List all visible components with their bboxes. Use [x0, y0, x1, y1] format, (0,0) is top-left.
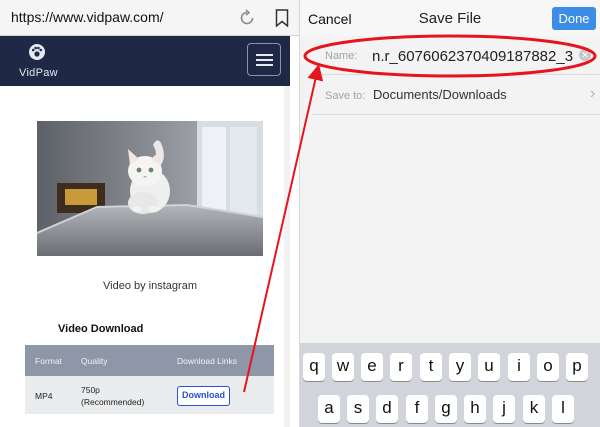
file-name-field[interactable]: [372, 45, 586, 67]
section-title: Video Download: [58, 323, 144, 335]
column-header-download-links: Download Links: [177, 356, 238, 366]
key-s[interactable]: s: [347, 395, 369, 423]
save-location[interactable]: Documents/Downloads: [373, 87, 507, 102]
quality-cell: 750p: [81, 385, 100, 395]
reload-icon[interactable]: [238, 9, 256, 27]
video-caption: Video by instagram: [103, 280, 197, 292]
dialog-header: Cancel Save File Done: [300, 0, 600, 36]
paw-icon[interactable]: [28, 43, 46, 60]
browser-pane: https://www.vidpaw.com/ VidPaw Video by …: [0, 0, 300, 427]
site-navbar: VidPaw: [0, 36, 290, 86]
address-bar[interactable]: https://www.vidpaw.com/: [0, 0, 299, 36]
key-e[interactable]: e: [361, 353, 383, 381]
key-l[interactable]: l: [552, 395, 574, 423]
save-to-row[interactable]: Save to: Documents/Downloads ›: [312, 75, 600, 115]
key-q[interactable]: q: [303, 353, 325, 381]
save-file-dialog: Cancel Save File Done Name: ✕ Save to: D…: [300, 0, 600, 427]
chevron-right-icon[interactable]: ›: [590, 85, 595, 103]
video-thumbnail[interactable]: [37, 121, 263, 256]
key-d[interactable]: d: [376, 395, 398, 423]
key-o[interactable]: o: [537, 353, 559, 381]
url-text[interactable]: https://www.vidpaw.com/: [11, 9, 164, 25]
key-a[interactable]: a: [318, 395, 340, 423]
table-header: Format Quality Download Links: [25, 345, 274, 376]
save-to-label: Save to:: [325, 90, 366, 102]
key-j[interactable]: j: [493, 395, 515, 423]
bookmark-icon[interactable]: [275, 9, 289, 27]
key-t[interactable]: t: [420, 353, 442, 381]
name-label: Name:: [325, 50, 358, 62]
key-k[interactable]: k: [523, 395, 545, 423]
key-g[interactable]: g: [435, 395, 457, 423]
hamburger-menu-icon[interactable]: [247, 43, 281, 76]
download-button[interactable]: Download: [177, 386, 230, 406]
key-h[interactable]: h: [464, 395, 486, 423]
key-i[interactable]: i: [508, 353, 530, 381]
key-f[interactable]: f: [406, 395, 428, 423]
format-cell: MP4: [35, 391, 53, 401]
quality-note-cell: (Recommended): [81, 397, 145, 407]
column-header-format: Format: [35, 356, 62, 366]
keyboard: q w e r t y u i o p a s d f g h j k l: [300, 343, 600, 427]
name-row: Name: ✕: [312, 36, 600, 75]
table-row: MP4 750p (Recommended) Download: [25, 376, 274, 414]
save-form: Name: ✕ Save to: Documents/Downloads ›: [300, 36, 600, 116]
page-scrollbar[interactable]: [284, 86, 290, 427]
clear-icon[interactable]: ✕: [579, 49, 591, 61]
key-p[interactable]: p: [566, 353, 588, 381]
key-u[interactable]: u: [478, 353, 500, 381]
column-header-quality: Quality: [81, 356, 108, 366]
key-w[interactable]: w: [332, 353, 354, 381]
key-r[interactable]: r: [390, 353, 412, 381]
done-button[interactable]: Done: [552, 7, 596, 30]
key-y[interactable]: y: [449, 353, 471, 381]
brand-name[interactable]: VidPaw: [19, 67, 58, 79]
